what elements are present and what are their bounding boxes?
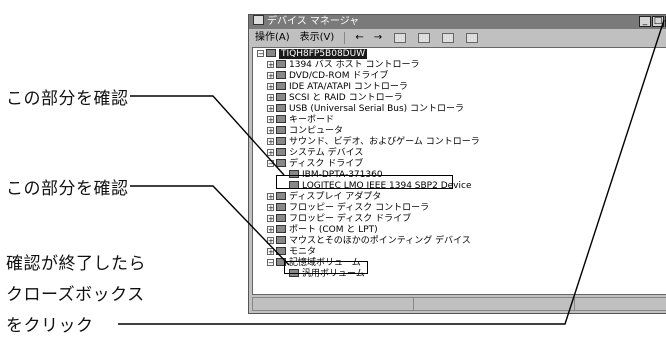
leader-line-3: [118, 19, 665, 325]
leader-lines: [118, 19, 665, 325]
leader-line-1: [130, 95, 285, 176]
leader-line-2: [130, 185, 290, 266]
